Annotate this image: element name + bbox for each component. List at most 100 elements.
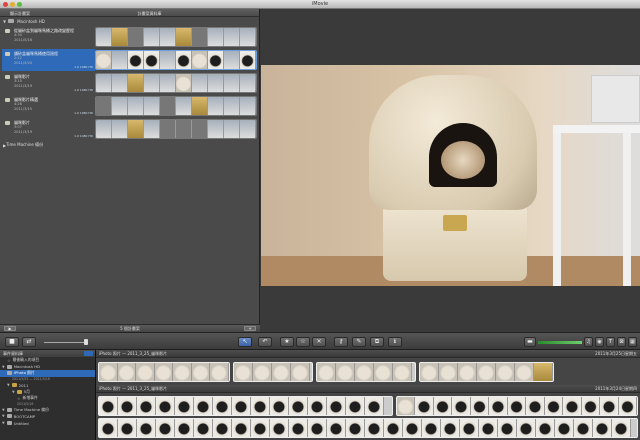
project-item[interactable]: 從貓砂盆到貓咪馬桶之路改變歷程 4:34 2011/5/16: [2, 26, 257, 48]
project-info: 鋪砂盆貓咪馬桶使用過程 2:12 2011/5/20 1.0 1080 HD: [2, 49, 95, 71]
transition-browser-button[interactable]: ⊠: [617, 337, 626, 347]
disclosure-triangle-icon[interactable]: ▼: [3, 19, 6, 24]
clip-frame: [612, 419, 631, 437]
project-item[interactable]: 貓咪影片精選 4:26 2011/3/15 1.0 1080 HD: [2, 95, 257, 117]
project-item[interactable]: 鋪砂盆貓咪馬桶使用過程 2:12 2011/5/20 1.0 1080 HD: [2, 49, 257, 71]
event-library-item[interactable]: ▼ 2011: [0, 382, 95, 389]
inspector-button[interactable]: ℹ: [388, 337, 402, 347]
project-filmstrip[interactable]: [95, 27, 257, 47]
event-group-header[interactable]: iPhoto 照片 — 2011_3_25_貓咪影片 2011年3月24日星期四: [96, 385, 640, 393]
event-item-label: BOOTCAMP: [13, 413, 36, 419]
clip[interactable]: [316, 362, 416, 382]
project-item[interactable]: 貓咪影片 3:07 2011/3/19 1.0 1080 HD: [2, 118, 257, 140]
disclosure-triangle-icon[interactable]: ▼: [2, 365, 5, 369]
clip[interactable]: [419, 362, 554, 382]
filmstrip-frame: [144, 97, 160, 115]
clip-frame: [555, 419, 574, 437]
clip-frame: [137, 419, 156, 437]
project-filmstrip[interactable]: [95, 119, 257, 139]
filmstrip-frame: [112, 120, 128, 138]
hard-disk-icon: [8, 19, 15, 23]
clip[interactable]: [396, 396, 638, 416]
project-format-badge: 1.0 1080 HD: [74, 65, 93, 69]
filmstrip-frame: [240, 28, 256, 46]
project-icon: [5, 121, 10, 125]
event-group: iPhoto 照片 — 2011_3_25_貓咪影片 2011年3月24日星期四: [96, 385, 640, 393]
filmstrip-frame: [160, 74, 176, 92]
project-item[interactable]: 貓咪影片 3:15 2011/3/19 1.0 1080 HD: [2, 72, 257, 94]
crop-button[interactable]: ⧉: [370, 337, 384, 347]
filmstrip-frame: [208, 28, 224, 46]
project-icon: [5, 52, 10, 56]
clip-frame: [272, 363, 291, 381]
disclosure-triangle-icon[interactable]: ▼: [2, 408, 5, 412]
event-library-item[interactable]: ▼ Untitled: [0, 420, 95, 427]
clip[interactable]: [233, 362, 313, 382]
folder-icon: [11, 383, 17, 388]
event-library-item[interactable]: ▼ Time Machine 備份: [0, 407, 95, 414]
clip-frame: [213, 397, 232, 415]
disclosure-triangle-icon[interactable]: ▼: [7, 383, 10, 387]
filmstrip-frame: [144, 51, 160, 69]
voiceover-button[interactable]: ✎: [352, 337, 366, 347]
swap-viewer-button[interactable]: ⇄: [22, 337, 36, 347]
star-icon: ☆: [17, 396, 21, 402]
event-item-label: Time Machine 備份: [13, 406, 49, 412]
disclosure-triangle-icon[interactable]: ▼: [2, 421, 5, 425]
favorite-button[interactable]: ★: [280, 337, 294, 347]
hard-disk-icon: [6, 421, 12, 426]
split-view-button[interactable]: [84, 351, 93, 356]
filmstrip-frame: [128, 97, 144, 115]
play-fullscreen-button[interactable]: ▶: [4, 326, 16, 331]
add-project-button[interactable]: +: [244, 326, 256, 331]
title-browser-button[interactable]: T: [606, 337, 615, 347]
event-browser: iPhoto 照片 — 2011_3_25_貓咪影片 2011年3月25日星期五…: [96, 350, 640, 440]
reject-button[interactable]: ✕: [312, 337, 326, 347]
clip-frame: [384, 419, 403, 437]
event-library-item[interactable]: ▼ BOOTCAMP: [0, 413, 95, 420]
clip-frame: [251, 397, 270, 415]
event-library-item[interactable]: ▼ 5月: [0, 388, 95, 395]
filmstrip-frame: [96, 120, 112, 138]
select-tool-button[interactable]: ↖: [238, 337, 252, 347]
project-filmstrip[interactable]: [95, 73, 257, 93]
event-library-item[interactable]: iPhoto 照片: [0, 370, 95, 377]
project-filmstrip[interactable]: [95, 50, 257, 70]
disclosure-triangle-icon[interactable]: ▼: [2, 414, 5, 418]
clip-frame: [251, 419, 270, 437]
title-bar: iMovie: [0, 0, 640, 9]
keyword-button[interactable]: ⚷: [334, 337, 348, 347]
camera-import-button[interactable]: ■: [5, 337, 19, 347]
clip-frame: [232, 397, 251, 415]
filmstrip-frame: [192, 120, 208, 138]
clip-frame: [441, 419, 460, 437]
show-projects-button[interactable]: 顯示計畫案: [0, 9, 40, 16]
clip[interactable]: [98, 396, 393, 416]
clip-frame: [355, 363, 374, 381]
video-preview-image[interactable]: [261, 65, 640, 286]
clip-frame: [232, 419, 251, 437]
event-group-header[interactable]: iPhoto 照片 — 2011_3_25_貓咪影片 2011年3月25日星期五: [96, 350, 640, 358]
clip-frame: [422, 419, 441, 437]
music-browser-button[interactable]: ♫: [584, 337, 593, 347]
clip-frame: [574, 419, 593, 437]
clip[interactable]: [98, 418, 638, 438]
clip-frame: [99, 419, 118, 437]
event-library-item[interactable]: ☆ 最後輸入的項目: [0, 357, 95, 364]
clip[interactable]: [98, 362, 230, 382]
thumbnail-size-slider[interactable]: [44, 342, 86, 343]
project-filmstrip[interactable]: [95, 96, 257, 116]
photo-browser-button[interactable]: ◉: [595, 337, 604, 347]
event-library-item[interactable]: ☆ 新增事件: [0, 395, 95, 402]
disk-macintosh-hd[interactable]: ▼ Macintosh HD: [0, 17, 259, 25]
clip-frame: [210, 363, 229, 381]
map-browser-button[interactable]: ▦: [628, 337, 637, 347]
audio-mute-button[interactable]: ▬: [524, 337, 536, 347]
slider-knob[interactable]: [84, 339, 88, 345]
unmark-button[interactable]: ☆: [296, 337, 310, 347]
clip-frame: [136, 363, 155, 381]
disk-time-machine[interactable]: ▶ Time Machine 備份: [0, 141, 259, 149]
undo-button[interactable]: ↶: [258, 337, 272, 347]
event-library-item[interactable]: ▼ Macintosh HD: [0, 364, 95, 371]
disclosure-triangle-icon[interactable]: ▼: [12, 390, 15, 394]
